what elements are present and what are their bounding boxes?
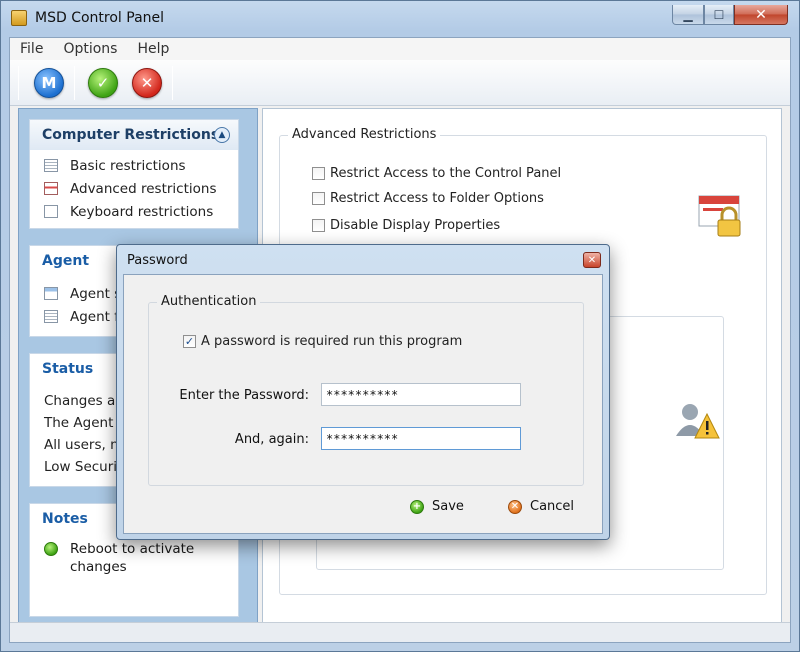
menu-help[interactable]: Help xyxy=(137,41,169,57)
checkbox[interactable] xyxy=(312,192,325,205)
option-disable-display-properties[interactable]: Disable Display Properties xyxy=(312,218,500,233)
menu-file[interactable]: File xyxy=(20,41,43,57)
group-title: Advanced Restrictions xyxy=(288,127,441,142)
cancel-icon: ✕ xyxy=(508,499,522,514)
checkbox-checked[interactable]: ✓ xyxy=(183,335,196,348)
dialog-close-button[interactable]: ✕ xyxy=(583,252,601,268)
option-restrict-control-panel[interactable]: Restrict Access to the Control Panel xyxy=(312,166,561,181)
apply-button[interactable]: ✓ xyxy=(88,68,118,98)
toolbar: M ✓ ✕ xyxy=(10,60,790,106)
window-icon xyxy=(44,287,58,300)
toolbar-separator xyxy=(74,66,75,100)
sidebar-item-basic-restrictions[interactable]: Basic restrictions xyxy=(30,154,238,177)
option-restrict-folder-options[interactable]: Restrict Access to Folder Options xyxy=(312,191,544,206)
note-item: Reboot to activate changes xyxy=(30,534,238,576)
menu-bar: File Options Help xyxy=(10,38,790,60)
discard-button[interactable]: ✕ xyxy=(132,68,162,98)
collapse-icon[interactable]: ▲ xyxy=(214,127,230,143)
section-header[interactable]: Computer Restrictions ▲ xyxy=(30,120,238,150)
password-dialog: Password ✕ Authentication ✓ A password i… xyxy=(116,244,610,540)
lock-icon xyxy=(698,195,741,237)
require-password-option[interactable]: ✓ A password is required run this progra… xyxy=(183,334,462,349)
maximize-button[interactable]: ☐ xyxy=(704,5,734,25)
password-field[interactable]: ********** xyxy=(321,383,521,406)
confirm-password-field[interactable]: ********** xyxy=(321,427,521,450)
m-button[interactable]: M xyxy=(34,68,64,98)
authentication-group: Authentication ✓ A password is required … xyxy=(148,294,584,486)
toolbar-separator xyxy=(172,66,173,100)
cross-icon: ✕ xyxy=(140,74,154,92)
checkbox[interactable] xyxy=(312,219,325,232)
window-icon xyxy=(44,182,58,195)
document-icon xyxy=(44,159,58,172)
enter-password-label: Enter the Password: xyxy=(179,388,309,403)
cancel-button[interactable]: ✕ Cancel xyxy=(508,499,574,514)
document-icon xyxy=(44,310,58,323)
menu-options[interactable]: Options xyxy=(63,41,117,57)
power-icon xyxy=(44,542,58,556)
toolbar-separator xyxy=(18,66,19,100)
computer-restrictions-section: Computer Restrictions ▲ Basic restrictio… xyxy=(29,119,239,229)
sidebar-item-keyboard-restrictions[interactable]: Keyboard restrictions xyxy=(30,200,238,223)
keyboard-icon xyxy=(44,205,58,218)
status-bar xyxy=(10,622,790,642)
save-button[interactable]: + Save xyxy=(410,499,464,514)
dialog-title: Password xyxy=(127,253,188,268)
app-icon xyxy=(11,10,27,26)
confirm-password-label: And, again: xyxy=(234,432,309,447)
check-icon: ✓ xyxy=(96,74,110,92)
minimize-button[interactable]: ▁ xyxy=(672,5,704,25)
dialog-body: Authentication ✓ A password is required … xyxy=(123,274,603,534)
checkbox[interactable] xyxy=(312,167,325,180)
user-warning-icon xyxy=(676,404,720,439)
title-bar[interactable]: MSD Control Panel ▁ ☐ ✕ xyxy=(1,1,799,37)
window-title: MSD Control Panel xyxy=(35,10,165,26)
sidebar-item-advanced-restrictions[interactable]: Advanced restrictions xyxy=(30,177,238,200)
group-title: Authentication xyxy=(157,294,261,309)
plus-icon: + xyxy=(410,499,424,514)
close-button[interactable]: ✕ xyxy=(734,5,788,25)
